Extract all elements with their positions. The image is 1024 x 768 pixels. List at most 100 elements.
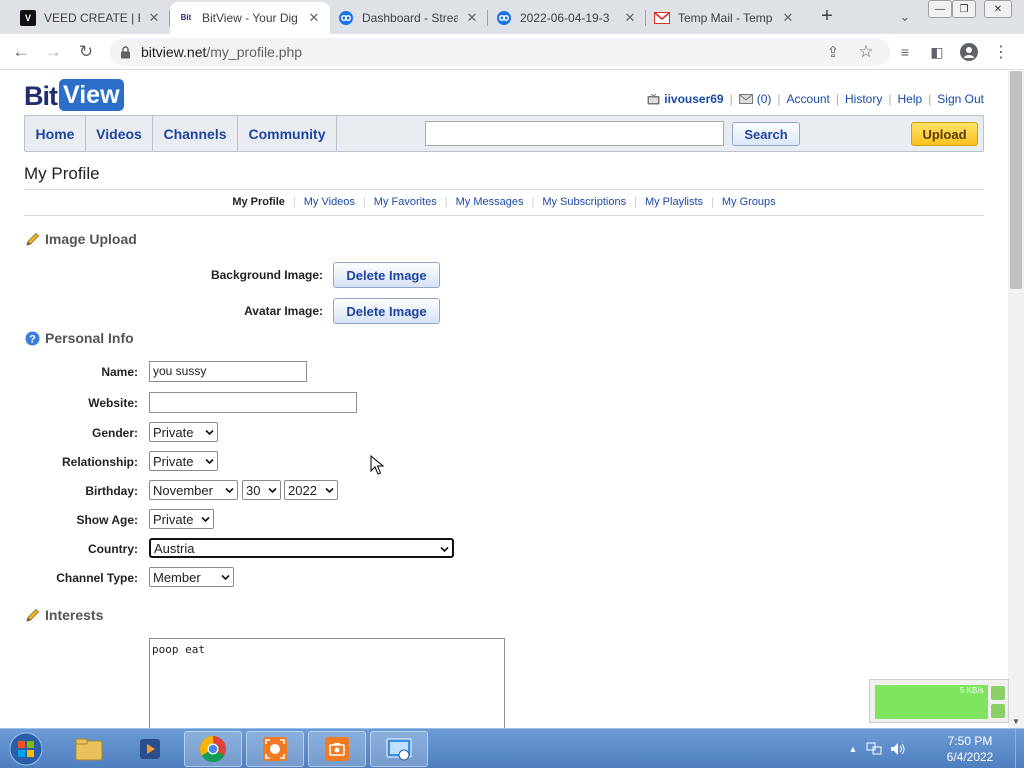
subnav-my-messages[interactable]: My Messages: [448, 196, 532, 208]
close-tab-icon[interactable]: ✕: [146, 10, 162, 26]
delete-background-button[interactable]: Delete Image: [333, 262, 440, 288]
subnav-my-videos[interactable]: My Videos: [296, 196, 363, 208]
network-tray-icon[interactable]: [866, 741, 882, 757]
subnav-my-favorites[interactable]: My Favorites: [366, 196, 445, 208]
selected-value: Private: [153, 424, 194, 440]
mail-icon[interactable]: [738, 94, 753, 104]
tab-veed[interactable]: V VEED CREATE | Ed ✕: [12, 2, 170, 34]
username-link[interactable]: iivouser69: [664, 92, 723, 106]
channel-type-select[interactable]: Member: [149, 567, 234, 587]
side-panel-icon[interactable]: ◧: [926, 41, 948, 63]
taskbar-screen-recorder[interactable]: [246, 731, 304, 767]
channel-type-label: Channel Type:: [56, 571, 138, 585]
separator: |: [835, 92, 840, 106]
scrollbar-thumb[interactable]: [1010, 71, 1022, 289]
account-link[interactable]: Account: [787, 92, 830, 106]
close-tab-icon[interactable]: ✕: [306, 10, 322, 26]
restore-button[interactable]: ❐: [952, 0, 976, 18]
tab-temp-mail[interactable]: Temp Mail - Temp ✕: [646, 2, 804, 34]
sign-out-link[interactable]: Sign Out: [937, 92, 984, 106]
search-button[interactable]: Search: [732, 122, 800, 146]
tab-title: 2022-06-04-19-3: [520, 11, 610, 25]
name-field[interactable]: you sussy: [149, 361, 307, 382]
kebab-menu-icon[interactable]: ⋮: [990, 41, 1012, 63]
tab-title: BitView - Your Dig: [202, 11, 298, 25]
new-tab-button[interactable]: +: [816, 6, 838, 28]
interests-textarea[interactable]: poop eat: [149, 638, 505, 728]
relationship-select[interactable]: Private: [149, 451, 218, 471]
subnav-my-profile[interactable]: My Profile: [224, 196, 293, 208]
page-content: Bit View iivouser69 | (0) | Account | Hi…: [0, 71, 1008, 728]
address-bar[interactable]: bitview.net/my_profile.php: [110, 38, 890, 66]
website-label: Website:: [88, 396, 138, 410]
name-label: Name:: [101, 365, 138, 379]
start-button[interactable]: [6, 731, 46, 767]
birthday-month-select[interactable]: November: [149, 480, 238, 500]
subnav-my-subscriptions[interactable]: My Subscriptions: [534, 196, 634, 208]
network-meter-widget[interactable]: 5 KB/s: [869, 679, 1009, 723]
taskbar-chrome[interactable]: [184, 731, 242, 767]
taskbar-media-player[interactable]: [121, 731, 179, 767]
profile-subnav: My Profile | My Videos | My Favorites | My Mes…: [0, 196, 1008, 208]
help-link[interactable]: Help: [897, 92, 922, 106]
close-tab-icon[interactable]: ✕: [780, 10, 796, 26]
media-control-icon[interactable]: ≡: [894, 41, 916, 63]
delete-avatar-button[interactable]: Delete Image: [333, 298, 440, 324]
screen-recorder-icon: [263, 737, 287, 761]
volume-tray-icon[interactable]: [890, 741, 906, 757]
upload-button[interactable]: Upload: [911, 122, 978, 146]
website-field[interactable]: [149, 392, 357, 413]
image-upload-heading: Image Upload: [24, 231, 137, 247]
birthday-day-select[interactable]: 30: [242, 480, 281, 500]
inbox-count[interactable]: (0): [757, 92, 772, 106]
network-speed: 5 KB/s: [960, 686, 984, 695]
chevron-down-icon: [325, 487, 334, 494]
country-select[interactable]: Austria: [149, 538, 454, 558]
nav-videos[interactable]: Videos: [86, 116, 153, 151]
forward-arrow-icon[interactable]: →: [42, 41, 64, 63]
close-tab-icon[interactable]: ✕: [622, 10, 638, 26]
system-clock[interactable]: 7:50 PM 6/4/2022: [930, 733, 1010, 765]
search-input[interactable]: [425, 121, 724, 146]
subnav-my-playlists[interactable]: My Playlists: [637, 196, 711, 208]
interests-heading: Interests: [24, 607, 103, 623]
taskbar-snipping-tool[interactable]: [370, 731, 428, 767]
tab-dashboard[interactable]: Dashboard - Strea ✕: [330, 2, 488, 34]
profile-avatar-icon[interactable]: [958, 41, 980, 63]
nav-channels[interactable]: Channels: [153, 116, 238, 151]
close-tab-icon[interactable]: ✕: [464, 10, 480, 26]
minimize-button[interactable]: —: [928, 0, 952, 18]
close-window-button[interactable]: ✕: [984, 0, 1012, 18]
chevron-down-icon: [201, 516, 210, 523]
chevron-down-icon: [440, 546, 449, 553]
nav-community[interactable]: Community: [238, 116, 337, 151]
nav-home[interactable]: Home: [25, 116, 86, 151]
show-desktop-button[interactable]: [1015, 729, 1024, 768]
taskbar-file-explorer[interactable]: [60, 731, 118, 767]
history-link[interactable]: History: [845, 92, 882, 106]
birthday-year-select[interactable]: 2022: [284, 480, 338, 500]
share-icon[interactable]: ⇪: [822, 41, 844, 63]
gender-select[interactable]: Private: [149, 422, 218, 442]
country-label: Country:: [88, 542, 138, 556]
subnav-my-groups[interactable]: My Groups: [714, 196, 784, 208]
bitview-logo[interactable]: Bit View: [24, 77, 124, 111]
bookmark-star-icon[interactable]: ☆: [855, 41, 877, 63]
page-scrollbar[interactable]: ▼: [1008, 71, 1024, 728]
tab-bitview[interactable]: Bit BitView - Your Dig ✕: [170, 2, 330, 34]
url-path: /my_profile.php: [206, 44, 303, 60]
reload-icon[interactable]: ↻: [75, 41, 97, 63]
gender-label: Gender:: [91, 426, 138, 440]
show-age-select[interactable]: Private: [149, 509, 214, 529]
tray-expand-icon[interactable]: ▲: [845, 741, 861, 757]
chevron-down-icon: [221, 574, 230, 581]
lock-icon: [120, 45, 131, 59]
back-arrow-icon[interactable]: ←: [10, 41, 32, 63]
taskbar-camera-app[interactable]: [308, 731, 366, 767]
meter-down-icon[interactable]: [991, 704, 1005, 718]
tab-search-chevron-icon[interactable]: ⌄: [894, 6, 916, 28]
tab-video-file[interactable]: 2022-06-04-19-3 ✕: [488, 2, 646, 34]
meter-up-icon[interactable]: [991, 686, 1005, 700]
scroll-down-arrow-icon[interactable]: ▼: [1012, 717, 1020, 726]
windows-logo-icon: [9, 732, 43, 766]
